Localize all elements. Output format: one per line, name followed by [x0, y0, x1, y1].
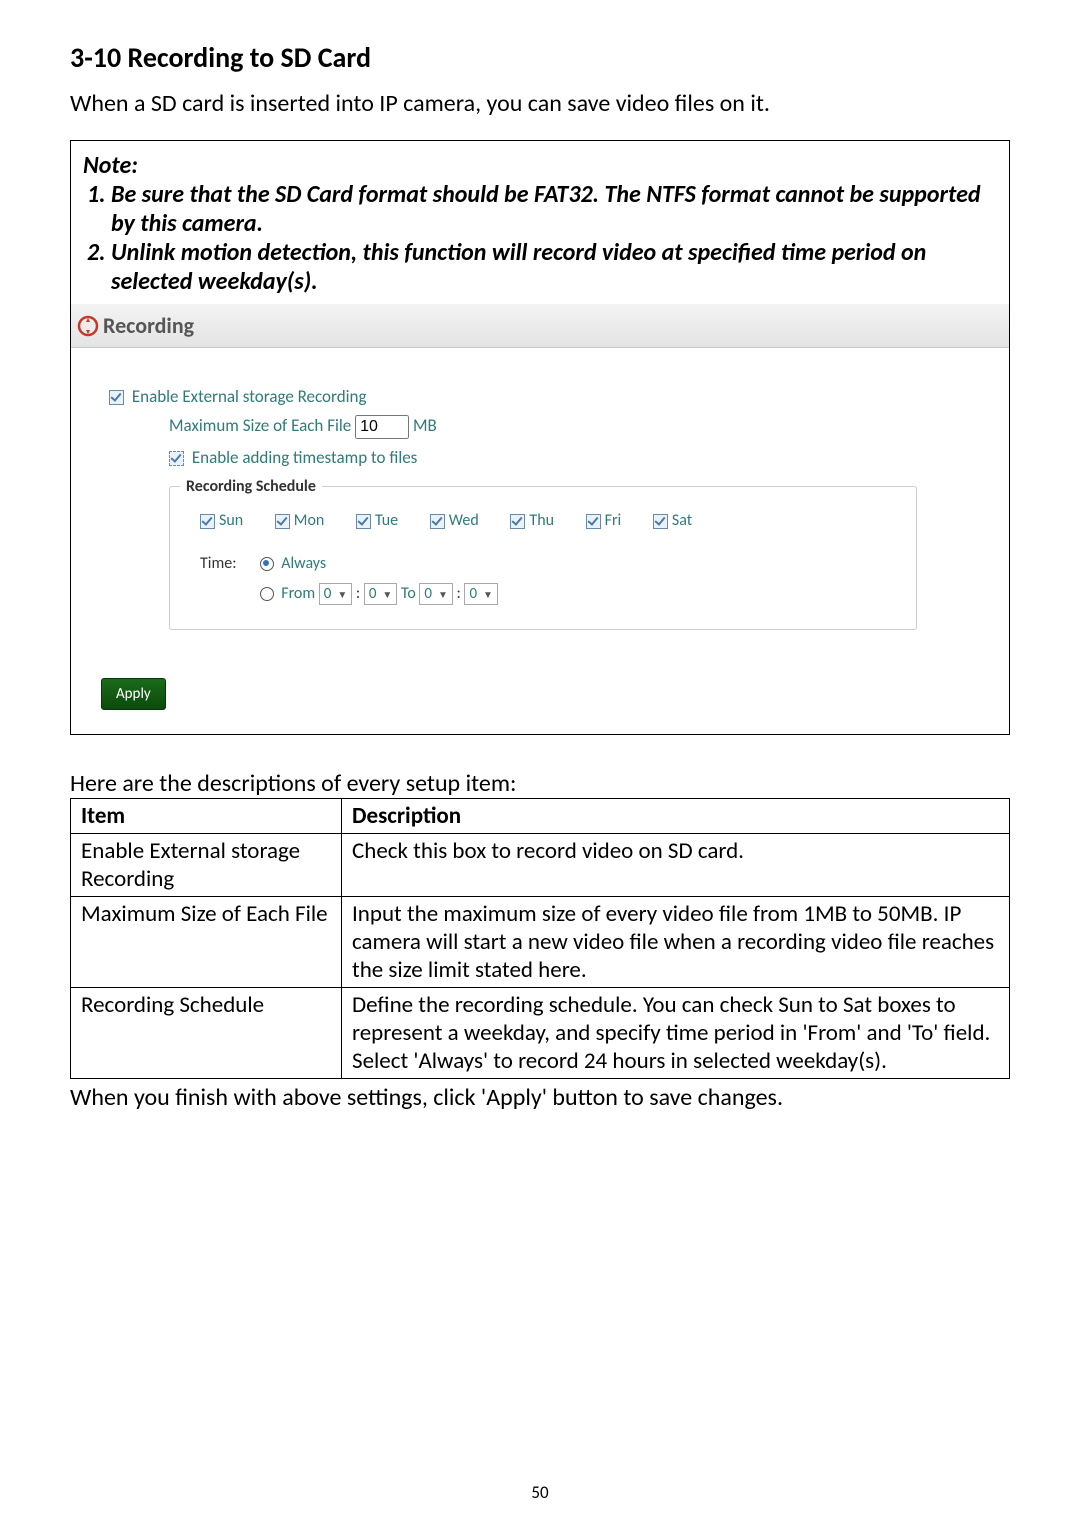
day-tue-checkbox[interactable] [356, 514, 371, 529]
max-size-row: Maximum Size of Each File MB [169, 415, 979, 439]
recording-panel: Recording Enable External storage Record… [70, 304, 1010, 735]
table-row: Maximum Size of Each File Input the maxi… [71, 897, 1010, 988]
day-label: Wed [449, 511, 479, 530]
timestamp-checkbox[interactable] [169, 451, 184, 466]
always-radio[interactable] [260, 557, 274, 571]
time-row: Time: Always [200, 554, 898, 573]
table-intro: Here are the descriptions of every setup… [70, 769, 1010, 798]
enable-external-checkbox[interactable] [109, 390, 124, 405]
note-title: Note: [83, 151, 138, 180]
from-label: From [281, 584, 315, 603]
timestamp-label: Enable adding timestamp to files [192, 447, 418, 468]
day-sat-checkbox[interactable] [653, 514, 668, 529]
day-mon-checkbox[interactable] [275, 514, 290, 529]
apply-button[interactable]: Apply [101, 678, 166, 710]
recording-title: Recording [103, 312, 194, 339]
day-label: Fri [605, 511, 622, 530]
schedule-legend: Recording Schedule [180, 477, 322, 496]
day-wed-checkbox[interactable] [430, 514, 445, 529]
table-row: Recording Schedule Define the recording … [71, 988, 1010, 1079]
description-table: Item Description Enable External storage… [70, 798, 1010, 1079]
max-size-unit: MB [413, 415, 437, 436]
day-label: Tue [375, 511, 398, 530]
table-desc: Define the recording schedule. You can c… [342, 988, 1010, 1079]
note-box: Note: Be sure that the SD Card format sh… [70, 140, 1010, 304]
schedule-box: Recording Schedule Sun Mon Tue Wed Thu F… [169, 486, 917, 630]
to-hour-select[interactable]: 0▼ [419, 583, 453, 605]
always-label: Always [281, 554, 326, 573]
to-min-select[interactable]: 0▼ [464, 583, 498, 605]
section-heading: 3-10 Recording to SD Card [70, 40, 1010, 75]
enable-external-row: Enable External storage Recording [109, 386, 979, 407]
table-item: Recording Schedule [71, 988, 342, 1079]
from-min-select[interactable]: 0▼ [364, 583, 398, 605]
max-size-input[interactable] [355, 415, 409, 439]
table-item: Enable External storage Recording [71, 834, 342, 897]
note-item: Be sure that the SD Card format should b… [111, 180, 997, 238]
day-fri-checkbox[interactable] [586, 514, 601, 529]
from-hour-select[interactable]: 0▼ [319, 583, 353, 605]
day-label: Sat [672, 511, 692, 530]
day-label: Thu [529, 511, 554, 530]
footer-text: When you finish with above settings, cli… [70, 1083, 1010, 1112]
from-to-row: From 0▼ : 0▼ To 0▼ : 0▼ [200, 583, 898, 605]
recording-header: Recording [71, 304, 1009, 348]
page-number: 50 [0, 1482, 1080, 1503]
table-header-item: Item [71, 799, 342, 834]
recording-icon [77, 315, 99, 337]
table-header-desc: Description [342, 799, 1010, 834]
to-label: To [401, 584, 416, 603]
table-desc: Input the maximum size of every video fi… [342, 897, 1010, 988]
day-label: Mon [294, 511, 325, 530]
max-size-label: Maximum Size of Each File [169, 415, 351, 436]
table-item: Maximum Size of Each File [71, 897, 342, 988]
table-desc: Check this box to record video on SD car… [342, 834, 1010, 897]
table-row: Enable External storage Recording Check … [71, 834, 1010, 897]
schedule-days: Sun Mon Tue Wed Thu Fri Sat [200, 511, 898, 530]
timestamp-row: Enable adding timestamp to files [169, 447, 979, 468]
enable-external-label: Enable External storage Recording [132, 386, 367, 407]
note-item: Unlink motion detection, this function w… [111, 238, 997, 296]
day-thu-checkbox[interactable] [510, 514, 525, 529]
day-label: Sun [219, 511, 243, 530]
day-sun-checkbox[interactable] [200, 514, 215, 529]
time-label: Time: [200, 554, 256, 573]
from-radio[interactable] [260, 587, 274, 601]
intro-text: When a SD card is inserted into IP camer… [70, 89, 1010, 118]
